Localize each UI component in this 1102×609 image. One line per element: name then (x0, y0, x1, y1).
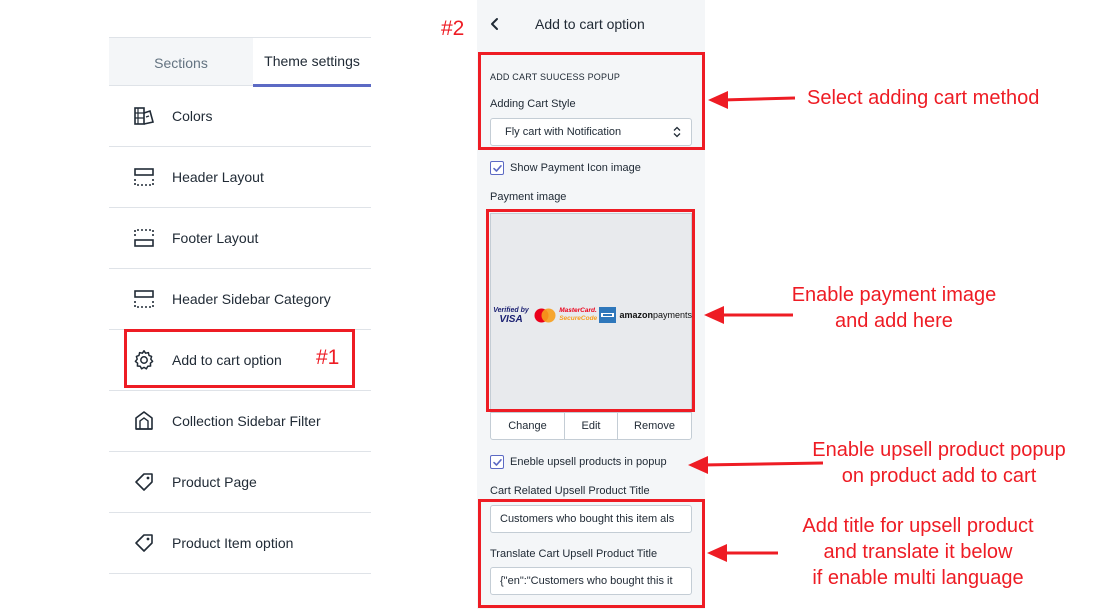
menu-item-label: Header Sidebar Category (172, 291, 331, 307)
gear-icon (134, 350, 154, 370)
verified-by-visa-logo: Verified by VISA (493, 307, 529, 325)
arrow-head-icon (708, 91, 728, 109)
american-express-icon (598, 307, 616, 323)
menu-item-label: Footer Layout (172, 230, 259, 246)
payment-logos-image: Verified by VISA MasterCard. SecureCode … (491, 304, 693, 326)
panel-tabs: Sections Theme settings (109, 37, 371, 87)
adding-cart-style-label: Adding Cart Style (490, 98, 576, 110)
payment-image-label: Payment image (490, 191, 567, 203)
payment-image-preview[interactable]: Verified by VISA MasterCard. SecureCode … (490, 213, 692, 412)
paint-palette-icon (134, 107, 154, 125)
panel-header: Add to cart option (477, 0, 705, 48)
tag-icon (135, 473, 153, 491)
checkbox-label: Eneble upsell products in popup (510, 456, 667, 468)
menu-item-header-layout[interactable]: Header Layout (109, 147, 371, 208)
menu-item-label: Header Layout (172, 169, 264, 185)
collection-icon (135, 411, 153, 430)
adding-cart-style-select[interactable]: Fly cart with Notification (490, 118, 692, 146)
checkmark-icon (493, 459, 502, 466)
checkbox-checked[interactable] (490, 455, 504, 469)
menu-item-label: Collection Sidebar Filter (172, 413, 321, 429)
image-actions: Change Edit Remove (490, 412, 692, 440)
menu-item-product-item-option[interactable]: Product Item option (109, 513, 371, 574)
edit-image-button[interactable]: Edit (565, 413, 618, 439)
amazon-payments-logo: amazonpayments (619, 310, 692, 320)
select-value: Fly cart with Notification (505, 126, 622, 138)
menu-item-collection-sidebar-filter[interactable]: Collection Sidebar Filter (109, 391, 371, 452)
enable-upsell-checkbox[interactable]: Eneble upsell products in popup (490, 455, 667, 469)
arrow-head-icon (704, 306, 724, 324)
translate-title-input[interactable]: {"en":"Customers who bought this it (490, 567, 692, 595)
checkbox-checked[interactable] (490, 161, 504, 175)
step-2-label: #2 (441, 17, 465, 40)
menu-item-header-sidebar-category[interactable]: Header Sidebar Category (109, 269, 371, 330)
mastercard-icon (534, 308, 556, 322)
callout-payment-image: Enable payment image and add here (791, 284, 997, 332)
menu-item-label: Add to cart option (172, 352, 282, 368)
menu-item-label: Product Item option (172, 535, 294, 551)
remove-image-button[interactable]: Remove (618, 413, 691, 439)
upsell-title-label: Cart Related Upsell Product Title (490, 485, 650, 497)
show-payment-icon-checkbox[interactable]: Show Payment Icon image (490, 161, 641, 175)
upsell-title-input[interactable]: Customers who bought this item als (490, 505, 692, 533)
tab-theme-settings[interactable]: Theme settings (253, 38, 371, 87)
add-to-cart-settings-panel: Add to cart option ADD CART SUUCESS POPU… (477, 0, 705, 609)
callout-upsell-title: Add title for upsell product and transla… (802, 515, 1034, 589)
menu-item-colors[interactable]: Colors (109, 86, 371, 147)
chevron-left-icon[interactable] (485, 14, 505, 34)
checkbox-label: Show Payment Icon image (510, 162, 641, 174)
tab-sections[interactable]: Sections (109, 38, 253, 87)
tag-icon (135, 534, 153, 552)
header-layout-icon (134, 290, 154, 308)
translate-title-label: Translate Cart Upsell Product Title (490, 548, 658, 560)
theme-settings-panel: Sections Theme settings Colors Header La… (109, 37, 371, 609)
callout-select-method: Select adding cart method (807, 87, 1040, 109)
header-layout-icon (134, 168, 154, 186)
arrow-head-icon (707, 544, 727, 562)
menu-item-product-page[interactable]: Product Page (109, 452, 371, 513)
section-heading: ADD CART SUUCESS POPUP (490, 72, 621, 82)
menu-item-label: Colors (172, 108, 213, 124)
menu-item-label: Product Page (172, 474, 257, 490)
callout-upsell-popup: Enable upsell product popup on product a… (812, 439, 1066, 487)
step-1-label: #1 (316, 346, 340, 369)
select-arrows-icon (673, 126, 681, 138)
panel-title: Add to cart option (535, 16, 645, 32)
checkmark-icon (493, 165, 502, 172)
footer-layout-icon (134, 229, 154, 247)
change-image-button[interactable]: Change (491, 413, 565, 439)
menu-item-footer-layout[interactable]: Footer Layout (109, 208, 371, 269)
mastercard-securecode-logo: MasterCard. SecureCode (559, 307, 598, 322)
